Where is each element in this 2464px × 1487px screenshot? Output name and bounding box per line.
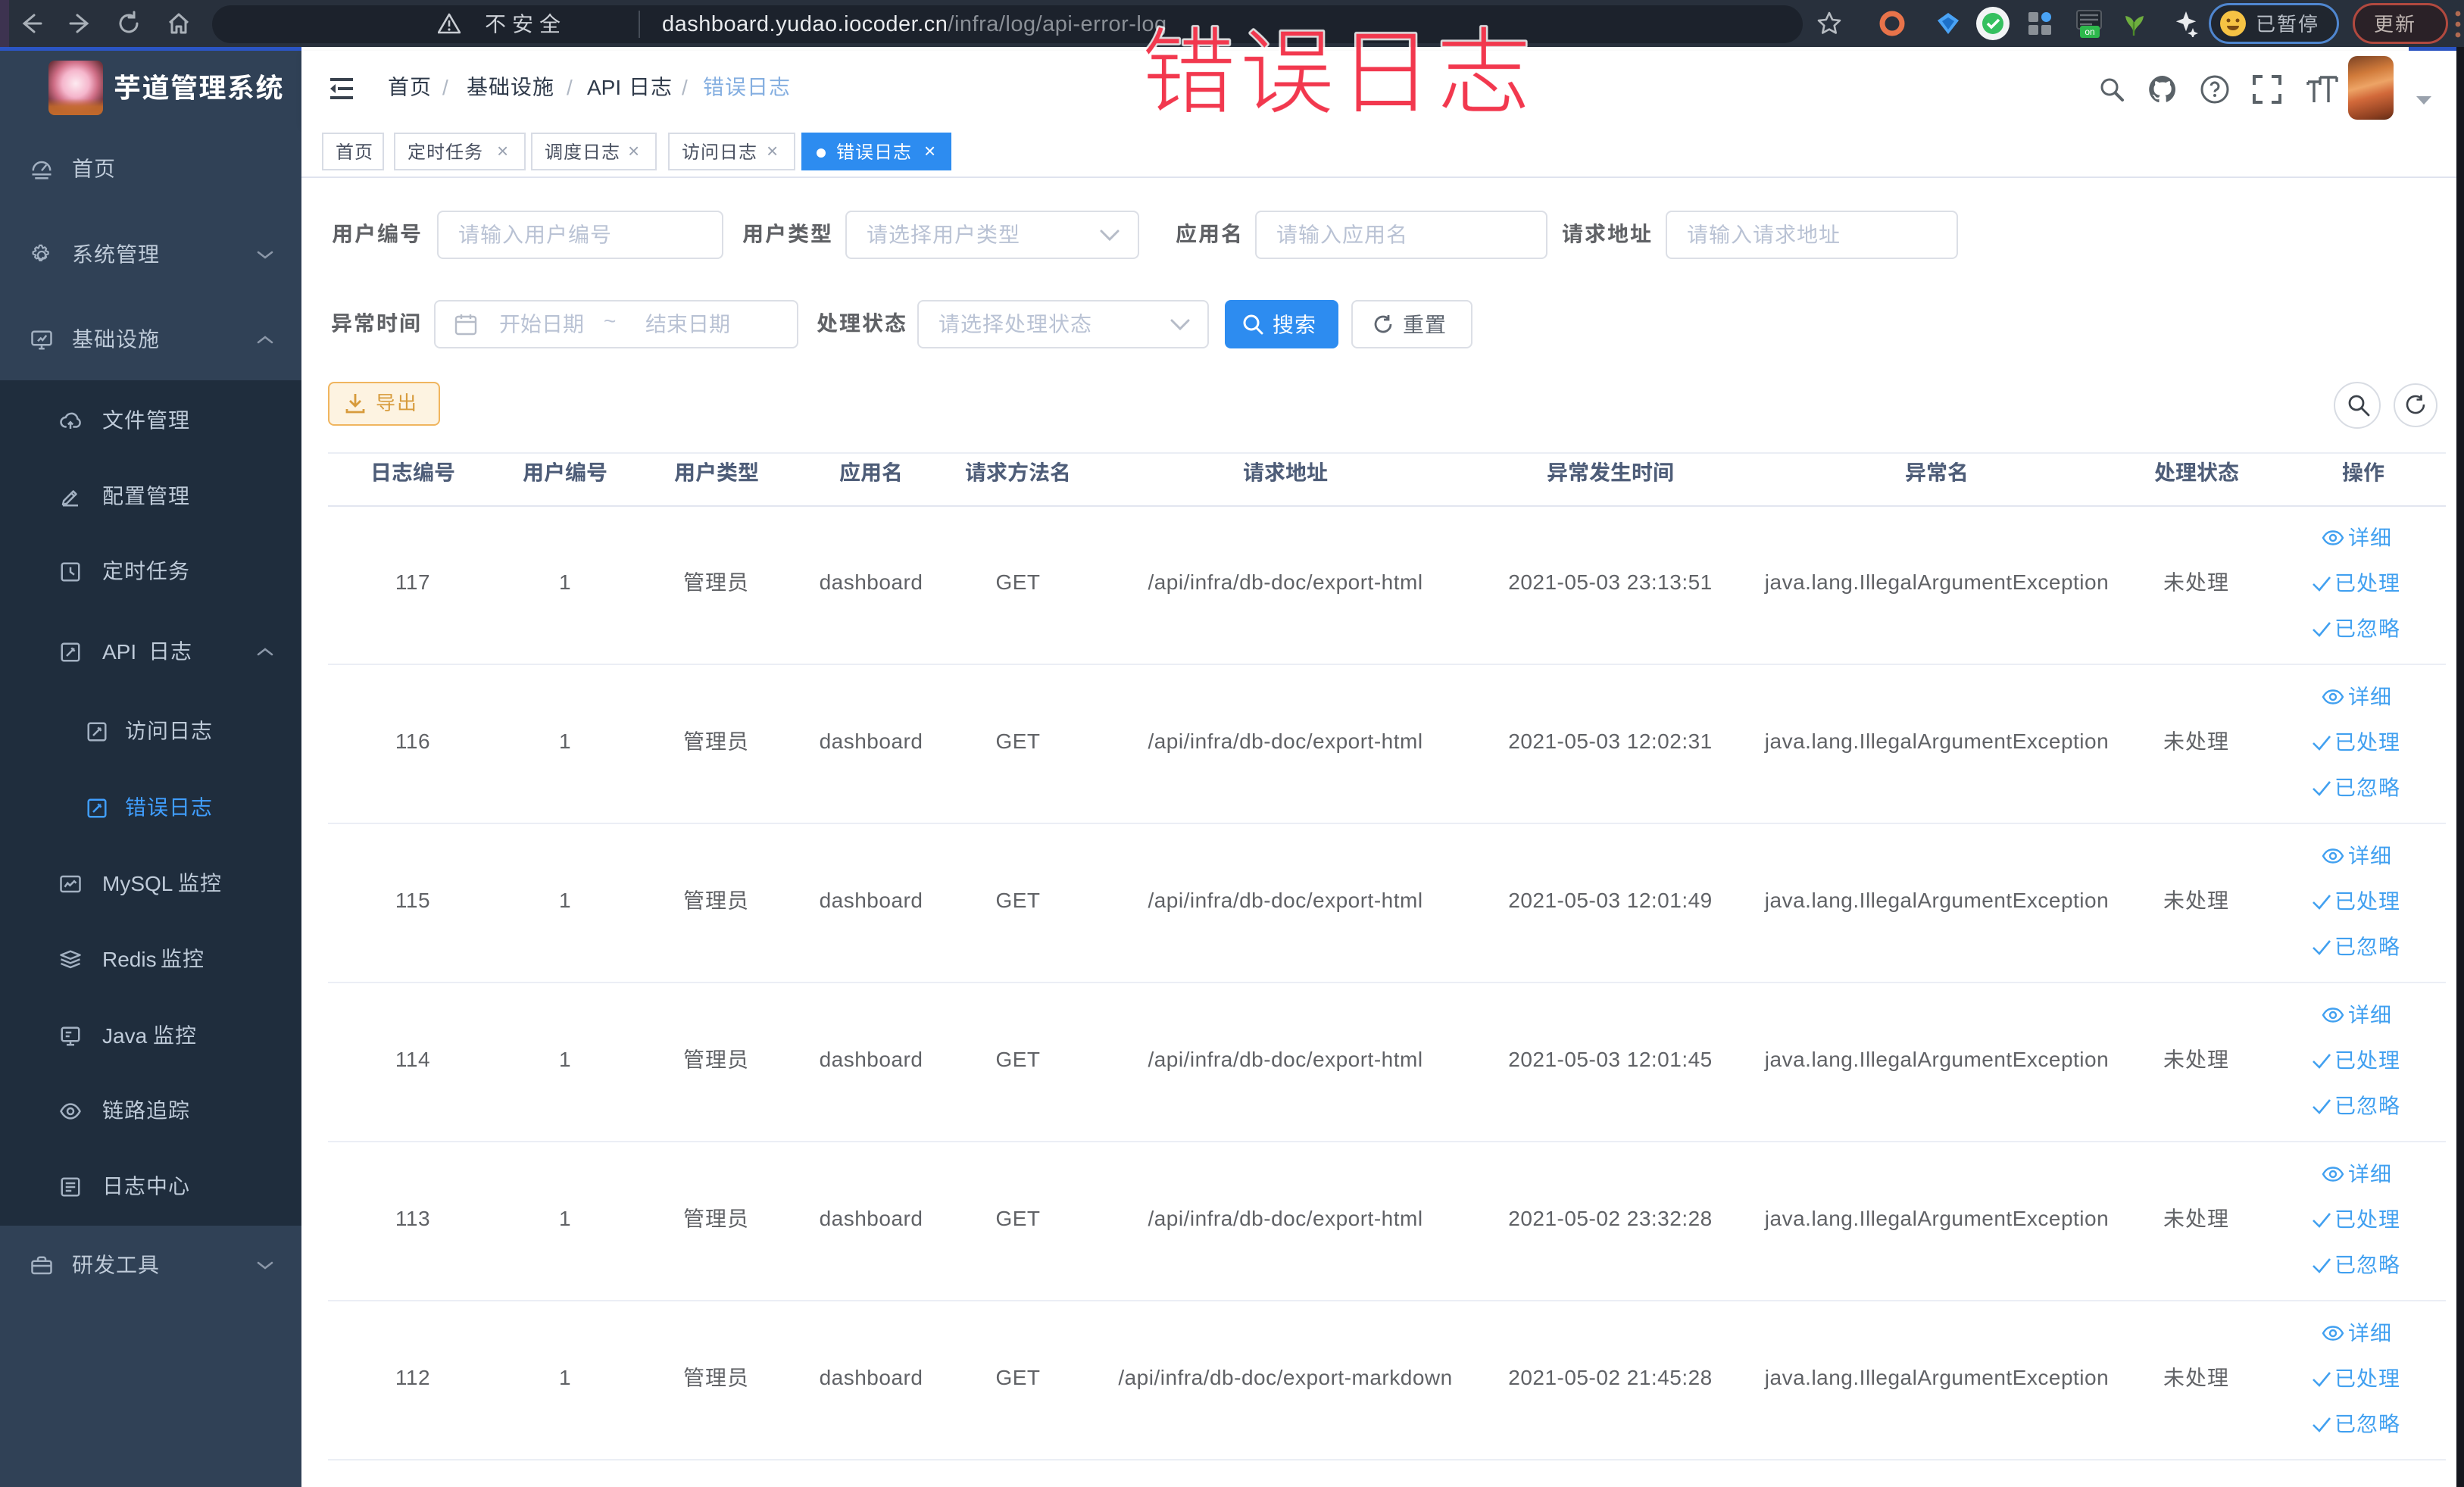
svg-text:on: on <box>2085 27 2094 37</box>
